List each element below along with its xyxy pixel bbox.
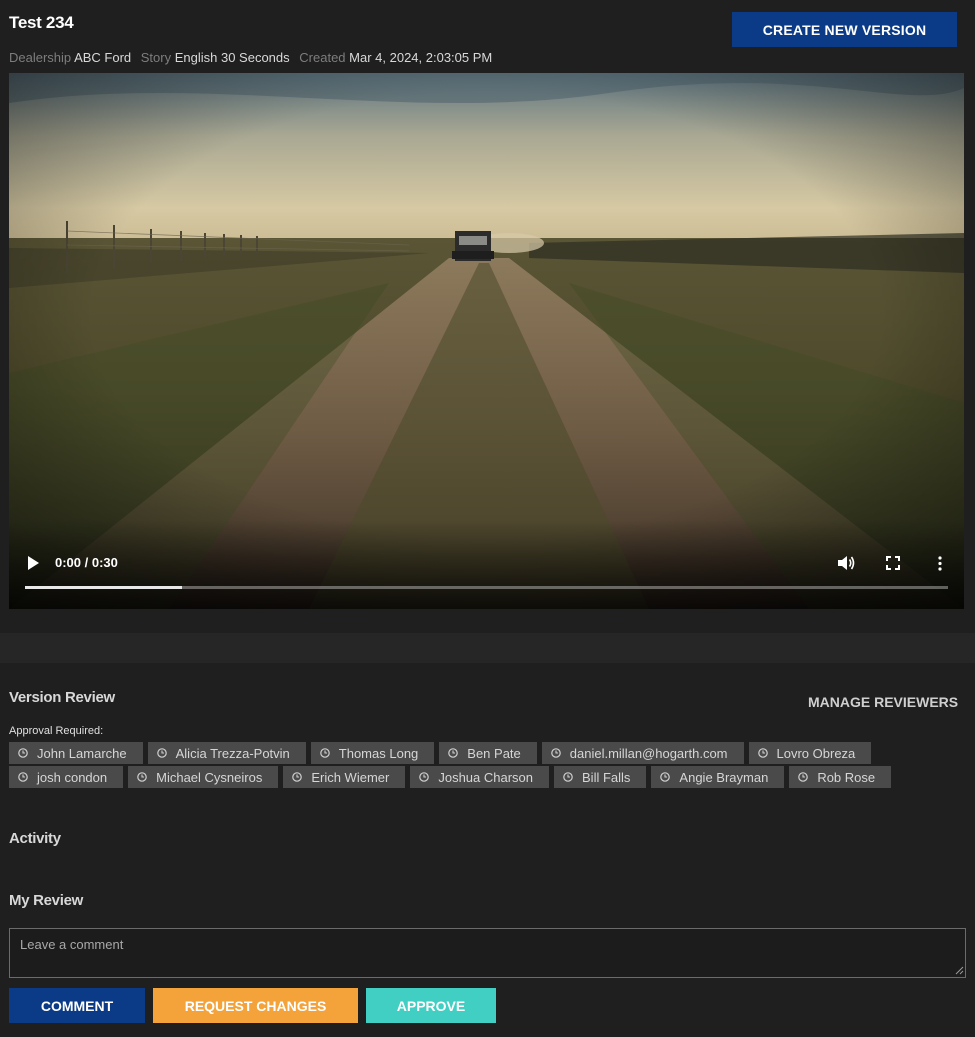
reviewer-chip: Joshua Charson (410, 766, 550, 788)
reviewer-name: Rob Rose (817, 769, 876, 785)
reviewer-name: Michael Cysneiros (156, 769, 263, 785)
clock-icon (18, 748, 28, 758)
clock-icon (660, 772, 671, 782)
reviewer-name: daniel.millan@hogarth.com (569, 745, 728, 761)
page-title: Test 234 (9, 13, 74, 32)
reviewer-name: Ben Pate (467, 745, 521, 761)
clock-icon (137, 772, 147, 782)
reviewer-chip: Lovro Obreza (748, 742, 872, 764)
clock-icon (419, 772, 430, 782)
video-time: 0:00 / 0:30 (55, 555, 118, 570)
dealership-value: ABC Ford (74, 50, 132, 65)
reviewer-chip: Michael Cysneiros (128, 766, 279, 788)
clock-icon (448, 748, 459, 758)
reviewer-name: Lovro Obreza (776, 745, 856, 761)
reviewer-chip: Alicia Trezza-Potvin (147, 742, 306, 764)
clock-icon (292, 772, 303, 782)
approval-required-label: Approval Required: (9, 725, 104, 737)
more-options-icon[interactable] (937, 556, 943, 571)
clock-icon (798, 772, 809, 782)
fullscreen-icon[interactable] (886, 556, 900, 570)
volume-icon[interactable] (837, 555, 855, 571)
reviewer-name: josh condon (37, 769, 108, 785)
reviewer-name: Angie Brayman (679, 769, 769, 785)
reviewer-name: John Lamarche (37, 745, 127, 761)
clock-icon (757, 748, 768, 758)
my-review-heading: My Review (9, 892, 83, 909)
created-label: Created (299, 50, 346, 65)
approve-button[interactable]: APPROVE (366, 988, 496, 1023)
reviewer-chip: daniel.millan@hogarth.com (541, 742, 744, 764)
version-review-heading: Version Review (9, 689, 115, 706)
created-value: Mar 4, 2024, 2:03:05 PM (349, 50, 493, 65)
manage-reviewers-button[interactable]: MANAGE REVIEWERS (808, 694, 958, 710)
clock-icon (156, 748, 167, 758)
create-new-version-button[interactable]: CREATE NEW VERSION (732, 12, 957, 47)
reviewer-chip: Erich Wiemer (283, 766, 406, 788)
activity-heading: Activity (9, 830, 61, 847)
request-changes-button[interactable]: REQUEST CHANGES (153, 988, 358, 1023)
comment-button[interactable]: COMMENT (9, 988, 145, 1023)
resize-handle-icon[interactable] (955, 966, 964, 975)
clock-icon (563, 772, 573, 782)
reviewer-chip: Ben Pate (439, 742, 537, 764)
reviewer-name: Alicia Trezza-Potvin (175, 745, 290, 761)
story-value: English 30 Seconds (174, 50, 290, 65)
clock-icon (18, 772, 28, 782)
video-progress-fill (25, 586, 182, 589)
clock-icon (550, 748, 561, 758)
dealership-label: Dealership (9, 50, 72, 65)
comment-input[interactable] (9, 928, 966, 978)
reviewer-name: Erich Wiemer (311, 769, 390, 785)
version-meta: Dealership ABC Ford Story English 30 Sec… (9, 50, 498, 65)
reviewer-chip: josh condon (9, 766, 124, 788)
story-label: Story (140, 50, 172, 65)
reviewer-name: Thomas Long (338, 745, 419, 761)
clock-icon (319, 748, 330, 758)
reviewer-chip: John Lamarche (9, 742, 143, 764)
reviewer-list: John Lamarche Alicia Trezza-Potvin Thoma… (9, 742, 949, 790)
reviewer-chip: Angie Brayman (651, 766, 785, 788)
reviewer-name: Joshua Charson (438, 769, 534, 785)
section-divider (0, 633, 975, 663)
reviewer-row: John Lamarche Alicia Trezza-Potvin Thoma… (9, 742, 949, 764)
video-progress-bar[interactable] (25, 586, 948, 589)
reviewer-chip: Bill Falls (554, 766, 647, 788)
reviewer-chip: Rob Rose (789, 766, 892, 788)
reviewer-name: Bill Falls (582, 769, 631, 785)
reviewer-chip: Thomas Long (310, 742, 435, 764)
play-icon[interactable] (27, 556, 39, 570)
reviewer-row: josh condon Michael Cysneiros Erich Wiem… (9, 766, 949, 788)
controls-overlay (9, 520, 964, 609)
